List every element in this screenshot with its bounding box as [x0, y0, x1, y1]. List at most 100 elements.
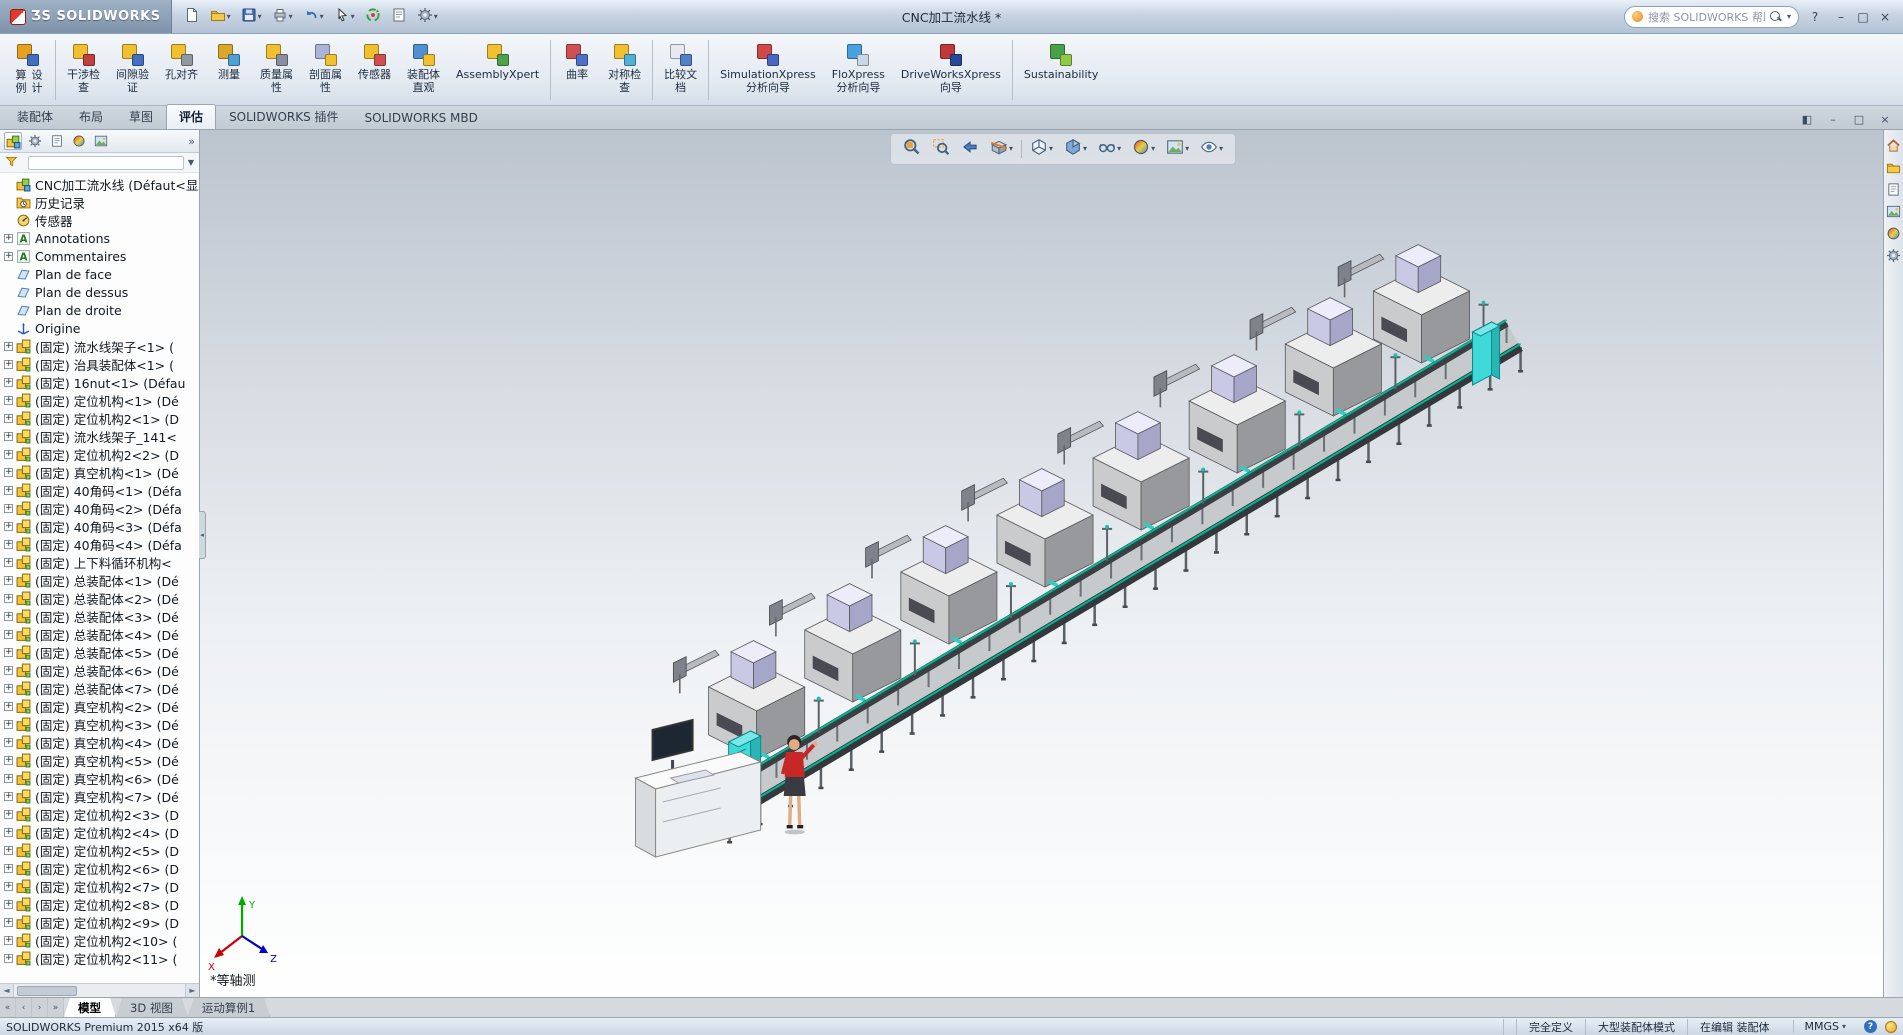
save-button[interactable]: ▾	[237, 4, 266, 30]
expand-toggle[interactable]: +	[4, 918, 13, 927]
bottom-tab-3d-视图[interactable]: 3D 视图	[116, 998, 188, 1017]
bottom-tab-模型[interactable]: 模型	[64, 998, 116, 1017]
feature-tree-item[interactable]: +(固定) 定位机构2<2> (D	[0, 445, 199, 463]
feature-tree-item[interactable]: +(固定) 16nut<1> (Défau	[0, 373, 199, 391]
feature-tree-item[interactable]: +(固定) 治具装配体<1> (	[0, 355, 199, 373]
next-sheet-button[interactable]: ›	[32, 998, 48, 1017]
feature-tree-item[interactable]: 传感器	[0, 211, 199, 229]
fm-tabs-overflow-button[interactable]: »	[188, 135, 195, 148]
expand-toggle[interactable]: +	[4, 504, 13, 513]
expand-toggle[interactable]: +	[4, 954, 13, 963]
command-tab-布局[interactable]: 布局	[66, 104, 116, 129]
rebuild-button[interactable]	[361, 4, 385, 30]
featuremanager-tree-tab[interactable]	[4, 132, 22, 150]
feature-tree-item[interactable]: +(固定) 40角码<3> (Défa	[0, 517, 199, 535]
view-settings-button[interactable]: ▾	[1197, 136, 1226, 162]
section-button[interactable]: ▾	[987, 136, 1016, 162]
compare-documents-button[interactable]: 比较文档	[656, 37, 705, 103]
configurationmanager-tab[interactable]	[48, 132, 66, 150]
expand-toggle[interactable]: +	[4, 810, 13, 819]
feature-tree-item[interactable]: +(固定) 定位机构2<6> (D	[0, 859, 199, 877]
simulationxpress-button[interactable]: SimulationXpress分析向导	[712, 37, 824, 103]
options-button[interactable]: ▾	[413, 4, 442, 30]
expand-toggle[interactable]: +	[4, 360, 13, 369]
tree-horizontal-scrollbar[interactable]: ◄ ►	[0, 983, 199, 997]
interference-detection-button[interactable]: 干涉检查	[59, 37, 108, 103]
panel-collapse-grip[interactable]: ◂	[199, 511, 206, 559]
task-pane-view-palette-tab[interactable]	[1886, 204, 1902, 220]
expand-toggle[interactable]: +	[4, 630, 13, 639]
prev-sheet-button[interactable]: ‹	[16, 998, 32, 1017]
feature-tree-item[interactable]: +(固定) 定位机构2<5> (D	[0, 841, 199, 859]
expand-toggle[interactable]: +	[4, 846, 13, 855]
feature-tree-item[interactable]: +(固定) 真空机构<3> (Dé	[0, 715, 199, 733]
options-caret-icon[interactable]: ▾	[434, 13, 438, 21]
feature-tree-item[interactable]: +(固定) 定位机构2<1> (D	[0, 409, 199, 427]
feature-tree-item[interactable]: +(固定) 真空机构<7> (Dé	[0, 787, 199, 805]
open-caret-icon[interactable]: ▾	[227, 13, 231, 21]
filter-funnel-icon[interactable]	[5, 155, 20, 170]
search-icon[interactable]	[1770, 11, 1782, 23]
clearance-verification-button[interactable]: 间隙验证	[108, 37, 157, 103]
expand-toggle[interactable]: +	[4, 234, 13, 243]
expand-toggle[interactable]: +	[4, 936, 13, 945]
tree-filter-input[interactable]	[28, 156, 184, 170]
expand-toggle[interactable]: +	[4, 864, 13, 873]
expand-toggle[interactable]: +	[4, 882, 13, 891]
minimize-button[interactable]: –	[1831, 7, 1851, 27]
feature-tree-item[interactable]: +(固定) 总装配体<5> (Dé	[0, 643, 199, 661]
expand-toggle[interactable]: +	[4, 666, 13, 675]
expand-toggle[interactable]: +	[4, 594, 13, 603]
viewport-3d-scene[interactable]: Y X Z	[200, 130, 1883, 997]
task-pane-resources-tab[interactable]	[1886, 138, 1902, 154]
feature-tree-item[interactable]: Plan de face	[0, 265, 199, 283]
expand-toggle[interactable]: +	[4, 900, 13, 909]
display-pane-toggle[interactable]: ◧	[1799, 113, 1815, 126]
feature-tree-item[interactable]: +(固定) 定位机构<1> (Dé	[0, 391, 199, 409]
prev-view-button[interactable]	[958, 136, 982, 162]
curvature-button[interactable]: 曲率	[554, 37, 600, 103]
search-caret-icon[interactable]: ▾	[1787, 13, 1791, 21]
undo-caret-icon[interactable]: ▾	[320, 13, 324, 21]
display-style-button[interactable]: ▾	[1061, 136, 1090, 162]
expand-toggle[interactable]: +	[4, 540, 13, 549]
feature-tree-item[interactable]: +(固定) 总装配体<2> (Dé	[0, 589, 199, 607]
feature-tree-item[interactable]: +(固定) 总装配体<1> (Dé	[0, 571, 199, 589]
feature-tree-item[interactable]: +(固定) 定位机构2<8> (D	[0, 895, 199, 913]
command-tab-装配体[interactable]: 装配体	[4, 104, 66, 129]
task-pane-custom-properties-tab[interactable]	[1886, 248, 1902, 264]
feature-tree-item[interactable]: +AAnnotations	[0, 229, 199, 247]
quick-tips-icon[interactable]	[1885, 1021, 1897, 1033]
expand-toggle[interactable]: +	[4, 720, 13, 729]
last-sheet-button[interactable]: »	[48, 998, 64, 1017]
feature-tree-item[interactable]: +(固定) 真空机构<2> (Dé	[0, 697, 199, 715]
appearance-caret-icon[interactable]: ▾	[1151, 145, 1155, 153]
expand-toggle[interactable]: +	[4, 576, 13, 585]
graphics-viewport[interactable]: ▾▾▾▾▾▾▾	[200, 130, 1883, 997]
feature-tree-item[interactable]: +(固定) 流水线架子_141<	[0, 427, 199, 445]
feature-tree-item[interactable]: +(固定) 40角码<1> (Défa	[0, 481, 199, 499]
command-tab-评估[interactable]: 评估	[166, 104, 216, 129]
task-pane-appearances-scenes-tab[interactable]	[1886, 226, 1902, 242]
expand-toggle[interactable]: +	[4, 756, 13, 765]
feature-tree-item[interactable]: +(固定) 定位机构2<3> (D	[0, 805, 199, 823]
expand-toggle[interactable]: +	[4, 414, 13, 423]
appearance-button[interactable]: ▾	[1129, 136, 1158, 162]
maximize-button[interactable]: □	[1853, 7, 1873, 27]
feature-tree-item[interactable]: +(固定) 真空机构<5> (Dé	[0, 751, 199, 769]
expand-toggle[interactable]: +	[4, 774, 13, 783]
displaymanager-tab[interactable]	[92, 132, 110, 150]
view-orient-caret-icon[interactable]: ▾	[1049, 145, 1053, 153]
expand-toggle[interactable]: +	[4, 432, 13, 441]
command-tab-solidworks-mbd[interactable]: SOLIDWORKS MBD	[352, 107, 491, 129]
hide-show-caret-icon[interactable]: ▾	[1117, 145, 1121, 153]
expand-toggle[interactable]: +	[4, 450, 13, 459]
feature-tree-item[interactable]: +(固定) 真空机构<4> (Dé	[0, 733, 199, 751]
command-tab-草图[interactable]: 草图	[116, 104, 166, 129]
expand-toggle[interactable]: +	[4, 684, 13, 693]
expand-toggle[interactable]: +	[4, 396, 13, 405]
scroll-thumb[interactable]	[17, 986, 77, 996]
close-button[interactable]: ×	[1875, 7, 1895, 27]
dimxpertmanager-tab[interactable]	[70, 132, 88, 150]
select-caret-icon[interactable]: ▾	[351, 13, 355, 21]
